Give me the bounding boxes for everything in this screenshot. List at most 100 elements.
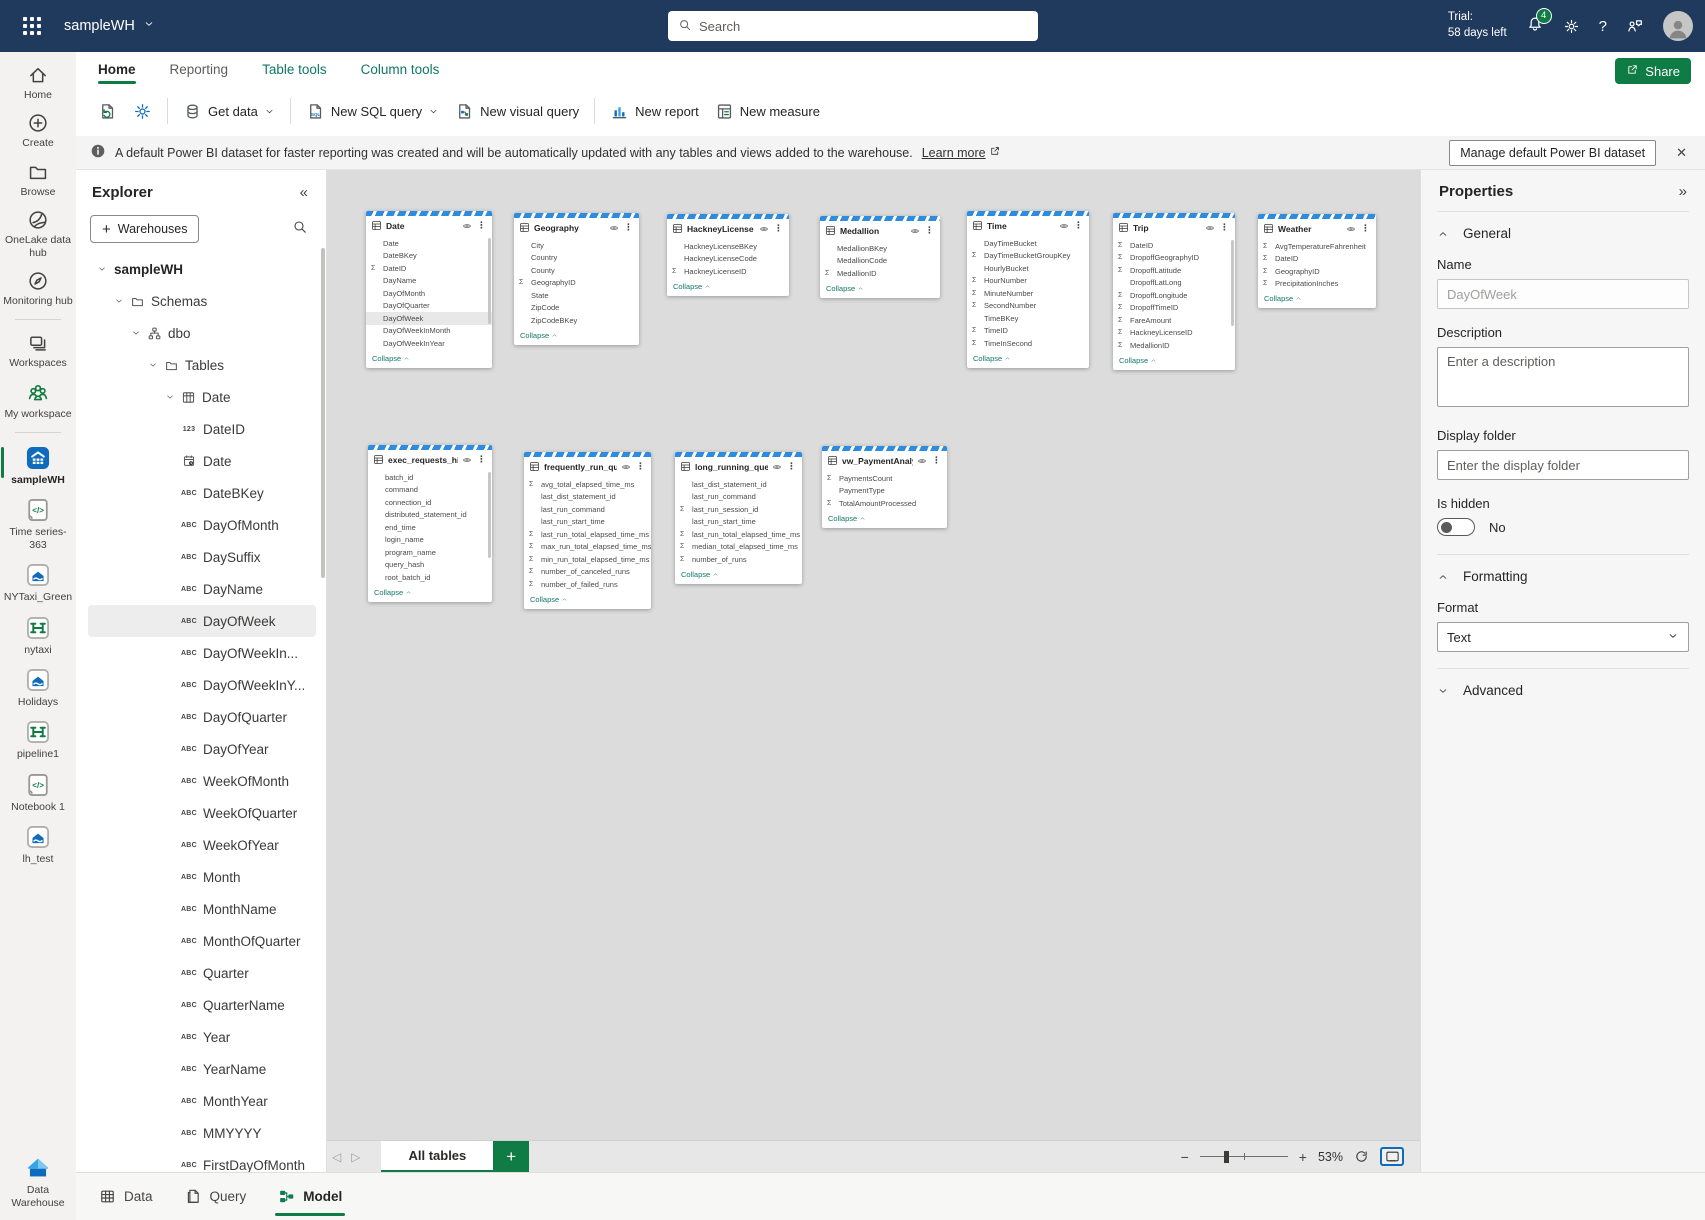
name-field[interactable] [1437,279,1689,309]
collapse-card-link[interactable]: Collapse [667,279,789,296]
feedback-icon[interactable] [1626,17,1644,35]
workspace-switcher[interactable]: sampleWH [64,18,155,34]
rail-item-samplewh[interactable]: sampleWH [0,445,76,486]
section-advanced[interactable]: Advanced [1437,668,1689,712]
layout-tab-all-tables[interactable]: All tables [381,1141,493,1173]
more-options-icon[interactable]: ⋮ [476,455,487,464]
card-field-dateid[interactable]: ΣDateID [366,262,492,275]
toolbar-new-visual-query-button[interactable]: New visual query [447,97,587,126]
tree-item-mmyyyy[interactable]: ABCMMYYYY [88,1117,316,1149]
card-field-secondnumber[interactable]: ΣSecondNumber [967,300,1089,313]
card-field-last-run-total-elapsed-time-ms[interactable]: Σlast_run_total_elapsed_time_ms [675,528,802,541]
card-field-dateid[interactable]: ΣDateID [1113,239,1235,252]
rail-item-home[interactable]: Home [0,64,76,101]
card-field-connection-id[interactable]: connection_id [368,496,492,509]
card-field-dayofweekinyear[interactable]: DayOfWeekInYear [366,337,492,350]
rail-item-holidays[interactable]: Holidays [0,667,76,708]
card-field-paymenttype[interactable]: PaymentType [822,485,947,498]
collapse-card-link[interactable]: Collapse [514,328,639,345]
model-card-exec-requests-history[interactable]: exec_requests_history⋮batch_idcommandcon… [368,445,492,602]
layout-next-icon[interactable]: ▷ [346,1150,365,1164]
card-field-number-of-runs[interactable]: Σnumber_of_runs [675,553,802,566]
card-field-dropofftimeid[interactable]: ΣDropoffTimeID [1113,302,1235,315]
card-field-hackneylicenseid[interactable]: ΣHackneyLicenseID [667,265,789,278]
explorer-scrollbar[interactable] [321,248,325,578]
tree-item-month[interactable]: ABCMonth [88,861,316,893]
chevron-down-icon[interactable] [94,264,110,274]
eye-icon[interactable] [772,462,782,472]
more-options-icon[interactable]: ⋮ [931,456,942,465]
help-icon[interactable]: ? [1599,18,1607,35]
tree-item-dayofweek[interactable]: ABCDayOfWeek [88,605,316,637]
rail-item-browse[interactable]: Browse [0,161,76,198]
tree-item-dayofyear[interactable]: ABCDayOfYear [88,733,316,765]
zoom-out-icon[interactable]: − [1181,1149,1189,1165]
notifications-bell-icon[interactable]: 4 [1526,15,1544,38]
search-tree-icon[interactable] [292,219,308,240]
card-field-county[interactable]: County [514,264,639,277]
chevron-down-icon[interactable] [111,296,127,306]
collapse-card-link[interactable]: Collapse [368,585,492,602]
card-field-last-dist-statement-id[interactable]: last_dist_statement_id [675,478,802,491]
card-field-totalamountprocessed[interactable]: ΣTotalAmountProcessed [822,497,947,510]
collapse-card-link[interactable]: Collapse [967,351,1089,368]
tree-item-date[interactable]: Date [88,445,316,477]
rail-item-onelake-data-hub[interactable]: OneLake data hub [0,209,76,259]
card-field-country[interactable]: Country [514,252,639,265]
tree-item-schemas[interactable]: Schemas [88,285,316,317]
card-field-last-run-start-time[interactable]: last_run_start_time [675,516,802,529]
card-field-avg-total-elapsed-time-ms[interactable]: Σavg_total_elapsed_time_ms [524,478,651,491]
model-card-hackneylicense[interactable]: HackneyLicense⋮HackneyLicenseBKeyHackney… [667,214,789,296]
search-input[interactable]: Search [668,11,1038,41]
eye-icon[interactable] [621,462,631,472]
eye-icon[interactable] [1059,221,1069,231]
more-options-icon[interactable]: ⋮ [1219,223,1230,232]
card-field-paymentscount[interactable]: ΣPaymentsCount [822,472,947,485]
tree-item-yearname[interactable]: ABCYearName [88,1053,316,1085]
card-field-timebkey[interactable]: TimeBKey [967,312,1089,325]
tree-item-dayofweekiny[interactable]: ABCDayOfWeekInY... [88,669,316,701]
tree-item-samplewh[interactable]: sampleWH [88,253,316,285]
app-launcher-icon[interactable] [0,17,64,35]
tree-item-firstdayofmonth[interactable]: ABCFirstDayOfMonth [88,1149,316,1172]
model-canvas[interactable]: ◁ ▷ All tables + − + 53% Date⋮DateDateBK… [327,170,1420,1172]
model-card-medallion[interactable]: Medallion⋮MedallionBKeyMedallionCodeΣMed… [820,216,940,298]
card-field-max-run-total-elapsed-time-ms[interactable]: Σmax_run_total_elapsed_time_ms [524,541,651,554]
card-field-login-name[interactable]: login_name [368,534,492,547]
tree-item-daysuffix[interactable]: ABCDaySuffix [88,541,316,573]
tree-item-weekofmonth[interactable]: ABCWeekOfMonth [88,765,316,797]
card-field-hackneylicenseid[interactable]: ΣHackneyLicenseID [1113,327,1235,340]
tree-item-monthname[interactable]: ABCMonthName [88,893,316,925]
card-field-root-batch-id[interactable]: root_batch_id [368,571,492,584]
card-field-zipcodebkey[interactable]: ZipCodeBKey [514,314,639,327]
card-field-number-of-failed-runs[interactable]: Σnumber_of_failed_runs [524,578,651,591]
collapse-card-link[interactable]: Collapse [366,351,492,368]
rail-item-lh-test[interactable]: lh_test [0,824,76,865]
card-field-number-of-canceled-runs[interactable]: Σnumber_of_canceled_runs [524,566,651,579]
tree-item-dbo[interactable]: dbo [88,317,316,349]
card-field-end-time[interactable]: end_time [368,521,492,534]
card-field-dropoffgeographyid[interactable]: ΣDropoffGeographyID [1113,252,1235,265]
card-field-min-run-total-elapsed-time-ms[interactable]: Σmin_run_total_elapsed_time_ms [524,553,651,566]
rail-item-notebook-1[interactable]: </>Notebook 1 [0,772,76,813]
rail-item-pipeline1[interactable]: pipeline1 [0,719,76,760]
card-field-dayofquarter[interactable]: DayOfQuarter [366,300,492,313]
ribbon-tab-column-tools[interactable]: Column tools [361,52,440,86]
card-field-dateid[interactable]: ΣDateID [1258,253,1376,266]
more-options-icon[interactable]: ⋮ [924,226,935,235]
ribbon-tab-table-tools[interactable]: Table tools [262,52,327,86]
card-field-timeinsecond[interactable]: ΣTimeInSecond [967,337,1089,350]
view-tab-data[interactable]: Data [96,1173,156,1220]
card-field-query-hash[interactable]: query_hash [368,559,492,572]
fit-to-screen-icon[interactable] [1380,1147,1404,1166]
model-card-date[interactable]: Date⋮DateDateBKeyΣDateIDDayNameDayOfMont… [366,211,492,368]
card-field-precipitationinches[interactable]: ΣPrecipitationInches [1258,278,1376,291]
collapse-card-link[interactable]: Collapse [675,567,802,584]
model-card-weather[interactable]: Weather⋮ΣAvgTemperatureFahrenheitΣDateID… [1258,214,1376,308]
card-field-daytimebucketgroupkey[interactable]: ΣDayTimeBucketGroupKey [967,250,1089,263]
more-options-icon[interactable]: ⋮ [773,224,784,233]
model-card-vw-paymentanalysis[interactable]: vw_PaymentAnalysis⋮ΣPaymentsCountPayment… [822,446,947,528]
more-options-icon[interactable]: ⋮ [623,223,634,232]
ribbon-tab-reporting[interactable]: Reporting [170,52,229,86]
more-options-icon[interactable]: ⋮ [1073,221,1084,230]
